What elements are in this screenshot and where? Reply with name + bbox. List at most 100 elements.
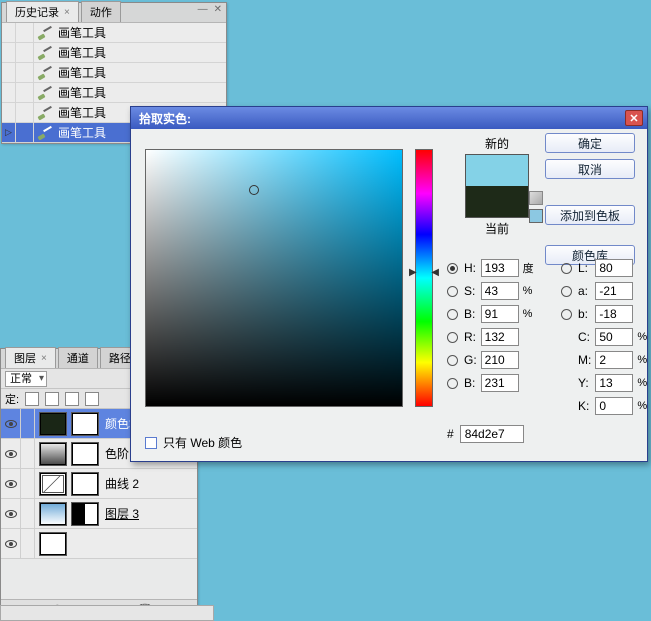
layer-row[interactable] (1, 529, 197, 559)
bottom-strip (0, 605, 214, 621)
radio-g[interactable] (447, 355, 458, 366)
brush-icon (38, 46, 52, 60)
radio-b[interactable] (447, 309, 458, 320)
hex-input[interactable] (460, 425, 524, 443)
layer-thumb[interactable] (39, 412, 67, 436)
radio-b2[interactable] (447, 378, 458, 389)
pointer-icon: ▷ (5, 127, 12, 138)
g-input[interactable] (481, 351, 519, 369)
websafe-swatch-icon[interactable] (529, 209, 543, 223)
cancel-button[interactable]: 取消 (545, 159, 635, 179)
brush-icon (38, 86, 52, 100)
visibility-icon[interactable] (5, 510, 17, 518)
minimize-icon[interactable]: — (198, 4, 208, 15)
brush-icon (38, 126, 52, 140)
tab-channels[interactable]: 通道 (58, 347, 98, 368)
layer-row[interactable]: 图层 3 (1, 499, 197, 529)
blend-mode-select[interactable]: 正常 (5, 371, 47, 387)
lock-label: 定: (5, 391, 19, 407)
radio-s[interactable] (447, 286, 458, 297)
c-label: C: (578, 330, 591, 344)
c-input[interactable] (595, 328, 633, 346)
current-color-swatch[interactable] (466, 186, 528, 217)
lock-position-icon[interactable] (65, 392, 79, 406)
k-input[interactable] (595, 397, 633, 415)
l-label: L: (578, 261, 591, 275)
add-swatch-button[interactable]: 添加到色板 (545, 205, 635, 225)
tab-layers[interactable]: 图层× (5, 347, 56, 368)
hue-slider[interactable] (415, 149, 433, 407)
web-only-checkbox[interactable] (145, 437, 157, 449)
saturation-value-field[interactable] (145, 149, 403, 407)
layer-mask-thumb[interactable] (71, 412, 99, 436)
a-label: a: (578, 284, 591, 298)
lab-cmyk-inputs: L: a: b: C:% M:% Y:% K:% (561, 259, 651, 415)
m-input[interactable] (595, 351, 633, 369)
layer-thumb[interactable] (39, 442, 67, 466)
lock-all-icon[interactable] (85, 392, 99, 406)
lock-pixels-icon[interactable] (45, 392, 59, 406)
deg-unit: 度 (523, 260, 537, 276)
r-label: R: (464, 330, 477, 344)
brush-icon (38, 26, 52, 40)
radio-lab-b[interactable] (561, 309, 572, 320)
a-input[interactable] (595, 282, 633, 300)
l-input[interactable] (595, 259, 633, 277)
brush-icon (38, 106, 52, 120)
layer-name[interactable]: 曲线 2 (105, 475, 139, 492)
radio-h[interactable] (447, 263, 458, 274)
layer-thumb[interactable] (39, 472, 67, 496)
r-input[interactable] (481, 328, 519, 346)
new-color-swatch[interactable] (466, 155, 528, 186)
radio-r[interactable] (447, 332, 458, 343)
history-item[interactable]: 画笔工具 (2, 23, 226, 43)
ok-button[interactable]: 确定 (545, 133, 635, 153)
radio-l[interactable] (561, 263, 572, 274)
tab-actions[interactable]: 动作 (81, 1, 121, 22)
layer-thumb[interactable] (39, 502, 67, 526)
k-label: K: (578, 399, 591, 413)
gamut-warning-icon[interactable] (529, 191, 543, 205)
lock-transparent-icon[interactable] (25, 392, 39, 406)
visibility-icon[interactable] (5, 540, 17, 548)
b2-label: B: (464, 376, 477, 390)
hash-label: # (447, 427, 454, 441)
layer-mask-thumb[interactable] (71, 472, 99, 496)
layer-mask-thumb[interactable] (71, 442, 99, 466)
g-label: G: (464, 353, 477, 367)
panel-close-icon[interactable]: ✕ (214, 4, 222, 15)
tab-history[interactable]: 历史记录× (6, 1, 79, 22)
dialog-title: 拾取实色: (139, 110, 625, 127)
layer-name[interactable]: 图层 3 (105, 505, 139, 522)
history-item[interactable]: 画笔工具 (2, 83, 226, 103)
pct-unit: % (523, 285, 537, 297)
lab-b-label: b: (578, 307, 591, 321)
layer-mask-thumb[interactable] (71, 502, 99, 526)
s-input[interactable] (481, 282, 519, 300)
brush-icon (38, 66, 52, 80)
lab-b-input[interactable] (595, 305, 633, 323)
visibility-icon[interactable] (5, 450, 17, 458)
history-item[interactable]: 画笔工具 (2, 63, 226, 83)
b-input[interactable] (481, 305, 519, 323)
hsb-rgb-inputs: H:度 S:% B:% R: G: B: (447, 259, 541, 392)
layer-row[interactable]: 曲线 2 (1, 469, 197, 499)
s-label: S: (464, 284, 477, 298)
visibility-icon[interactable] (5, 420, 17, 428)
visibility-icon[interactable] (5, 480, 17, 488)
m-label: M: (578, 353, 591, 367)
web-only-row: 只有 Web 颜色 (145, 434, 242, 451)
close-button[interactable]: ✕ (625, 110, 643, 126)
h-input[interactable] (481, 259, 519, 277)
history-tabs: 历史记录× 动作 — ✕ (2, 3, 226, 23)
sv-cursor-icon (249, 185, 259, 195)
titlebar[interactable]: 拾取实色: ✕ (131, 107, 647, 129)
radio-a[interactable] (561, 286, 572, 297)
history-item[interactable]: 画笔工具 (2, 43, 226, 63)
layer-thumb[interactable] (39, 532, 67, 556)
close-icon[interactable]: × (64, 7, 70, 18)
color-picker-dialog: 拾取实色: ✕ ▶◀ 新的 当前 确定 取消 添加到色板 颜色库 H:度 (130, 106, 648, 462)
y-input[interactable] (595, 374, 633, 392)
b2-input[interactable] (481, 374, 519, 392)
h-label: H: (464, 261, 477, 275)
